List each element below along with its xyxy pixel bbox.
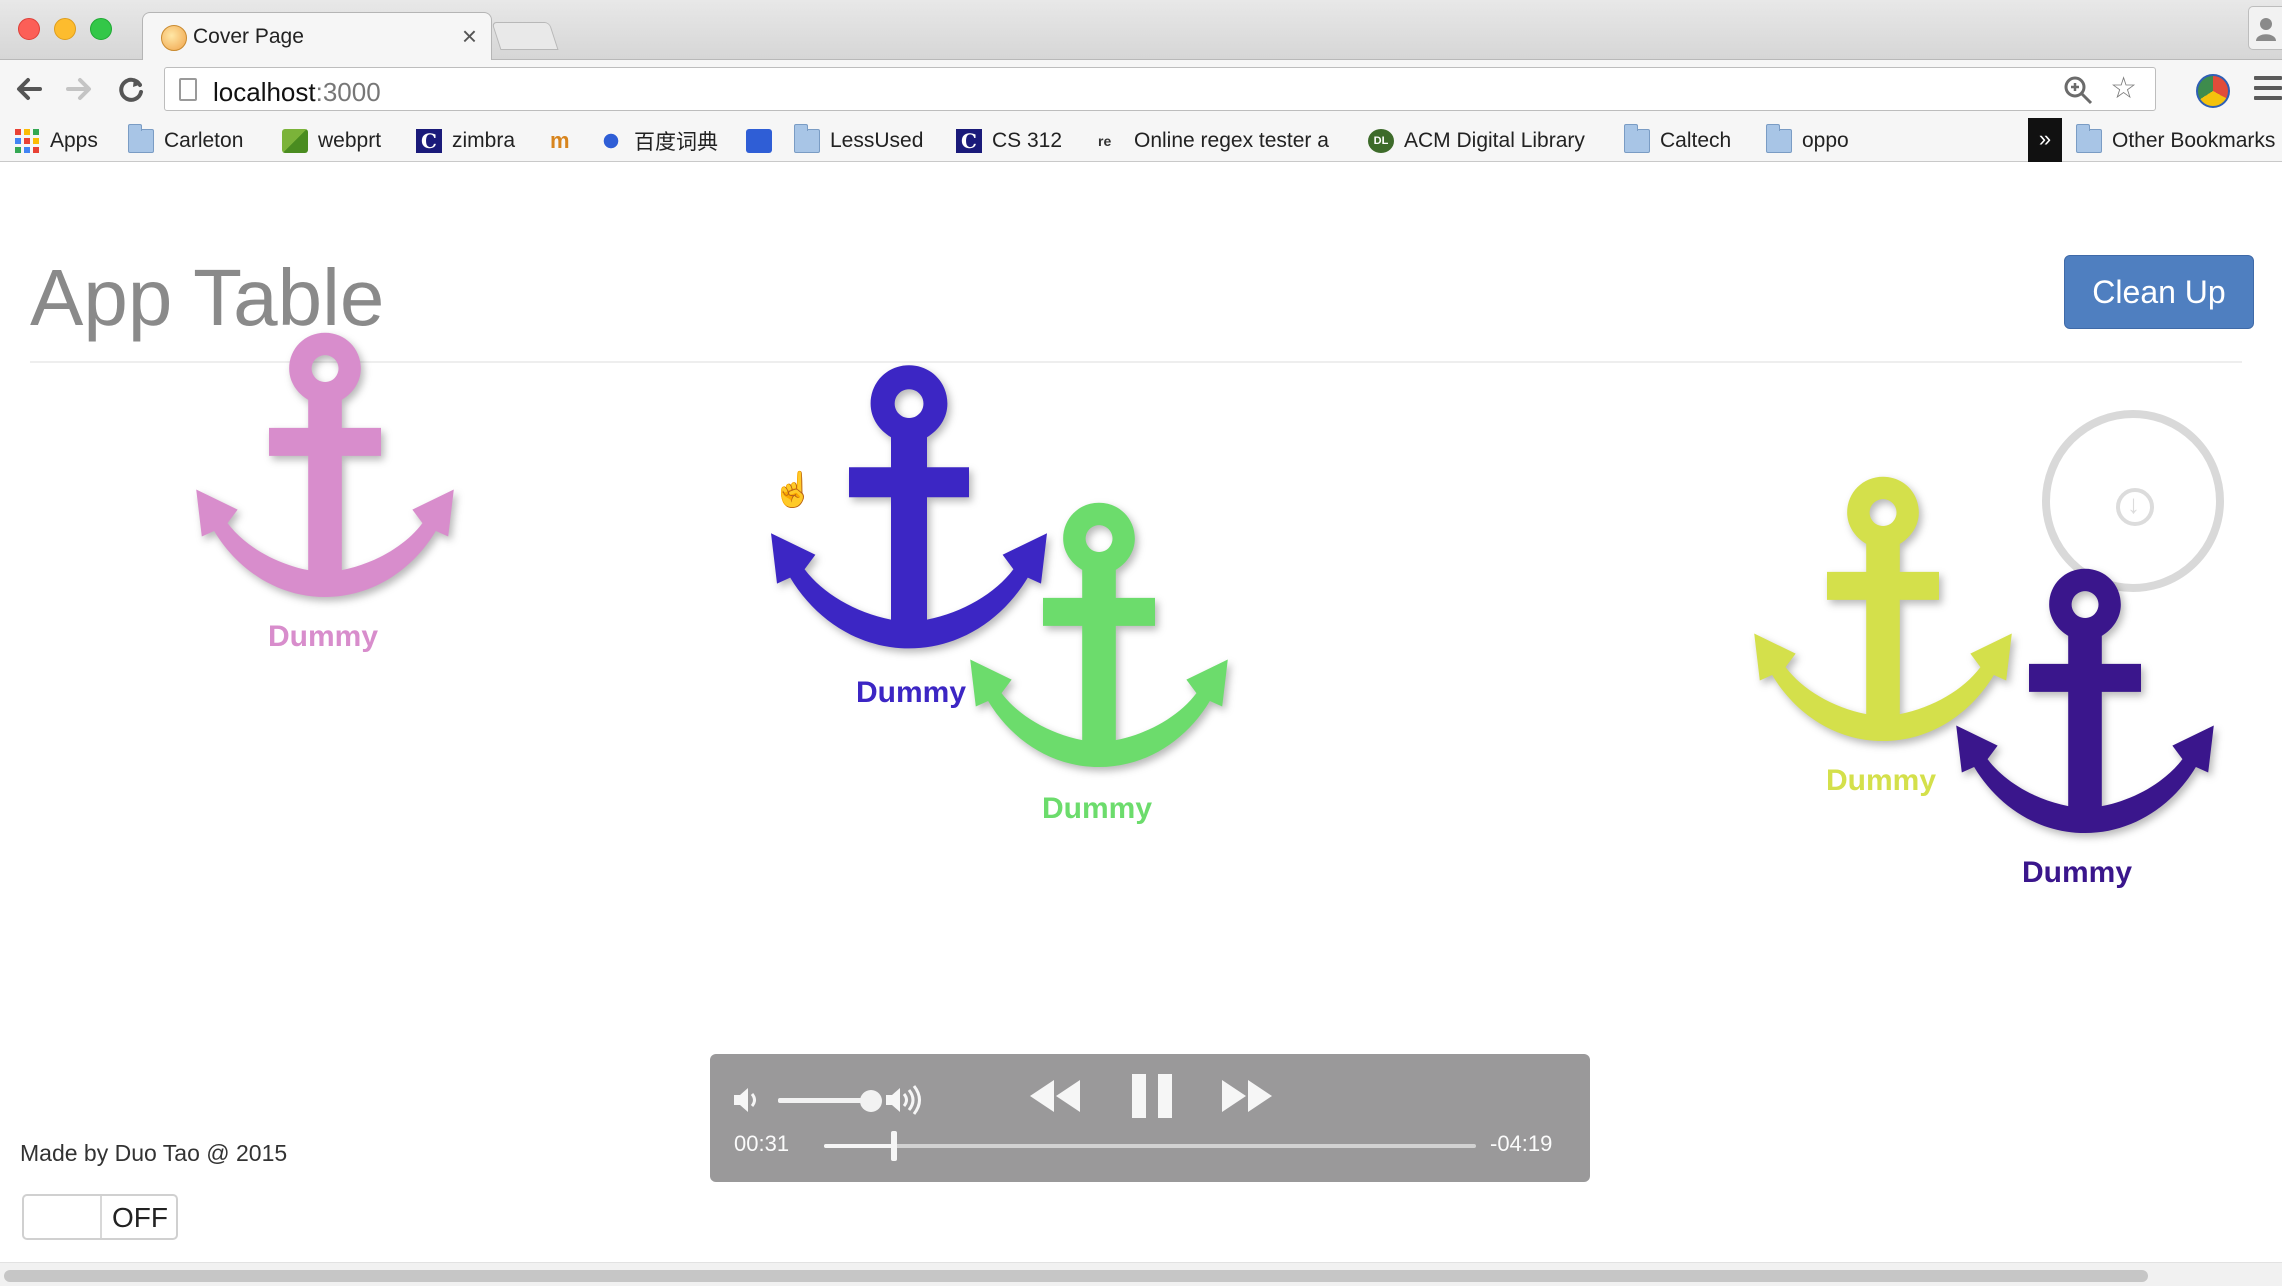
bookmark-webprt[interactable]: webprt xyxy=(282,126,381,156)
app-icon-pink[interactable]: Dummy xyxy=(180,326,470,653)
bookmark-carleton[interactable]: Carleton xyxy=(128,124,244,156)
bookmark-label: CS 312 xyxy=(992,129,1063,152)
new-tab-button[interactable] xyxy=(491,22,559,50)
download-arrow-icon xyxy=(2116,488,2154,526)
on-off-toggle[interactable]: OFF xyxy=(22,1194,178,1240)
c-logo-icon: C xyxy=(416,129,442,153)
seek-bar-progress xyxy=(824,1144,894,1148)
bookmark-label: LessUsed xyxy=(830,129,924,152)
minimize-window-button[interactable] xyxy=(54,18,76,40)
back-button[interactable] xyxy=(12,72,46,106)
m-logo-icon: m xyxy=(550,128,570,153)
tab-cover-page[interactable]: Cover Page × xyxy=(142,12,492,61)
app-label: Dummy xyxy=(1826,764,1937,797)
anchor-icon xyxy=(1956,568,2214,834)
folder-icon xyxy=(128,124,154,153)
profile-button[interactable] xyxy=(2248,6,2282,50)
bookmark-baidu-cidian[interactable]: 百度词典 xyxy=(598,126,718,156)
bookmark-label: 百度词典 xyxy=(634,131,718,154)
folder-icon xyxy=(1766,124,1792,153)
volume-low-icon[interactable] xyxy=(732,1082,762,1118)
app-label: Dummy xyxy=(2022,856,2133,889)
c-logo-icon: C xyxy=(956,129,982,153)
extension-icon[interactable] xyxy=(2196,74,2230,108)
bookmark-label: Carleton xyxy=(164,129,244,152)
bookmark-star-icon[interactable]: ☆ xyxy=(2110,74,2137,104)
close-window-button[interactable] xyxy=(18,18,40,40)
bookmarks-bar: Apps Carleton webprt Czimbra m 百度词典 Less… xyxy=(0,118,2282,162)
folder-icon xyxy=(794,124,820,153)
baidu-paw-icon xyxy=(598,129,624,153)
app-label: Dummy xyxy=(1042,792,1153,825)
zoom-window-button[interactable] xyxy=(90,18,112,40)
browser-titlebar: Cover Page × xyxy=(0,0,2282,61)
anchor-icon xyxy=(970,502,1228,768)
reload-button[interactable] xyxy=(114,72,148,106)
bookmark-zimbra[interactable]: Czimbra xyxy=(416,126,515,156)
tab-title: Cover Page xyxy=(193,25,304,48)
volume-high-icon[interactable] xyxy=(884,1082,928,1118)
anchor-icon xyxy=(196,332,454,598)
bookmark-label: oppo xyxy=(1802,129,1849,152)
acm-dl-icon: DL xyxy=(1368,129,1394,153)
bookmark-baidu[interactable] xyxy=(746,126,782,156)
seek-bar-thumb[interactable] xyxy=(890,1131,897,1161)
scrollbar-thumb[interactable] xyxy=(4,1270,2148,1282)
bookmark-label: Other Bookmarks xyxy=(2112,129,2276,152)
bookmark-label: zimbra xyxy=(452,129,516,152)
bookmark-label: ACM Digital Library xyxy=(1404,129,1585,152)
chrome-menu-icon[interactable] xyxy=(2254,76,2282,104)
clean-up-button[interactable]: Clean Up xyxy=(2064,255,2254,329)
bookmark-cs312[interactable]: C CS 312 xyxy=(956,126,1062,156)
url-text: localhost:3000 xyxy=(213,77,381,107)
app-label: Dummy xyxy=(856,676,967,709)
reload-icon xyxy=(119,77,143,102)
footer-credit: Made by Duo Tao @ 2015 xyxy=(20,1140,288,1166)
favicon-icon xyxy=(161,25,187,51)
horizontal-scrollbar[interactable] xyxy=(0,1262,2282,1286)
bookmark-apps[interactable]: Apps xyxy=(14,126,98,156)
regex-icon: re xyxy=(1098,133,1112,149)
bookmark-label: Caltech xyxy=(1660,129,1732,152)
current-time: 00:31 xyxy=(734,1131,790,1156)
forward-arrow-icon xyxy=(66,78,91,100)
bookmark-oppo[interactable]: oppo xyxy=(1766,124,1849,156)
hand-cursor-icon: ☝ xyxy=(772,471,815,509)
toggle-knob xyxy=(24,1196,102,1238)
forward-button[interactable] xyxy=(62,72,96,106)
volume-slider-thumb[interactable] xyxy=(860,1090,882,1112)
app-icon-green[interactable]: Dummy xyxy=(954,496,1244,825)
folder-icon xyxy=(2076,124,2102,153)
bookmark-label: Online regex tester a xyxy=(1134,129,1329,152)
bookmark-lessused[interactable]: LessUsed xyxy=(794,124,924,156)
bookmark-acm[interactable]: DL ACM Digital Library xyxy=(1368,126,1585,156)
fast-forward-icon[interactable] xyxy=(1220,1076,1276,1116)
bookmark-caltech[interactable]: Caltech xyxy=(1624,124,1732,156)
pause-icon[interactable] xyxy=(1128,1072,1176,1120)
app-label: Dummy xyxy=(268,620,379,653)
volume-slider[interactable] xyxy=(778,1098,868,1103)
bookmark-m[interactable]: m xyxy=(550,126,586,156)
tab-close-icon[interactable]: × xyxy=(462,21,477,51)
baidu-icon xyxy=(746,129,772,153)
bookmark-regex[interactable]: re Online regex tester a xyxy=(1098,126,1329,156)
remaining-time: -04:19 xyxy=(1490,1131,1553,1156)
page-icon xyxy=(179,78,197,101)
address-bar[interactable]: localhost:3000 ☆ xyxy=(164,67,2156,111)
zoom-icon[interactable] xyxy=(2063,75,2093,105)
apps-grid-icon xyxy=(14,128,40,154)
bookmark-label: Apps xyxy=(50,129,98,152)
bookmark-label: webprt xyxy=(318,129,382,152)
app-icon-purple[interactable]: Dummy xyxy=(1940,562,2230,889)
back-arrow-icon xyxy=(17,78,42,100)
rewind-icon[interactable] xyxy=(1026,1076,1082,1116)
folder-icon xyxy=(1624,124,1650,153)
seek-bar[interactable] xyxy=(824,1131,1476,1161)
audio-player: 00:31 -04:19 xyxy=(710,1054,1590,1182)
toggle-label: OFF xyxy=(112,1202,168,1233)
bookmark-other[interactable]: Other Bookmarks xyxy=(2076,124,2276,156)
bookmarks-overflow-chevron-icon[interactable]: » xyxy=(2028,118,2062,162)
webprt-icon xyxy=(282,129,308,153)
person-icon xyxy=(2256,18,2276,41)
